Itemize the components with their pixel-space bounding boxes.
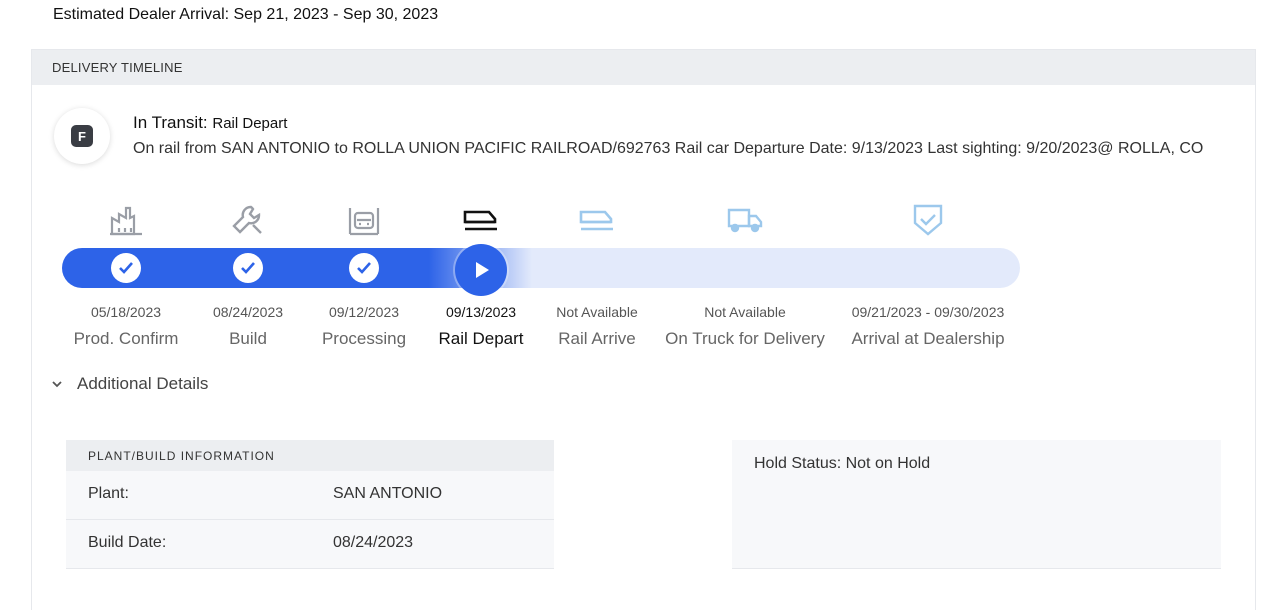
- step-date: Not Available: [704, 304, 786, 320]
- shield-check-icon: [908, 200, 948, 240]
- vehicle-processing-icon: [344, 200, 384, 240]
- hold-status-panel: Hold Status: Not on Hold: [732, 440, 1221, 569]
- factory-icon: [106, 200, 146, 240]
- step-date: 09/21/2023 - 09/30/2023: [851, 304, 1005, 320]
- step-date: 08/24/2023: [212, 304, 284, 320]
- status-title: In Transit: Rail Depart: [133, 113, 287, 133]
- status-description: On rail from SAN ANTONIO to ROLLA UNION …: [133, 140, 1204, 157]
- step-label: On Truck for Delivery: [665, 329, 825, 348]
- chevron-down-icon: [49, 380, 65, 388]
- status-sub: Rail Depart: [212, 115, 288, 132]
- step-label: Arrival at Dealership: [851, 329, 1005, 348]
- step-label-current: Rail Depart: [438, 329, 524, 348]
- card-header: DELIVERY TIMELINE: [32, 50, 1255, 85]
- step-icons: [32, 200, 1255, 240]
- delivery-timeline-card: DELIVERY TIMELINE F In Transit: Rail Dep…: [31, 49, 1256, 610]
- step-date: Not Available: [556, 304, 638, 320]
- train-icon: [577, 200, 617, 240]
- step-complete-check: [111, 253, 141, 283]
- info-key: Plant:: [88, 485, 129, 502]
- additional-details-label: Additional Details: [77, 374, 209, 393]
- step-label: Build: [229, 329, 267, 348]
- truck-icon: [725, 200, 765, 240]
- additional-details-toggle[interactable]: Additional Details: [49, 374, 208, 394]
- train-icon-active: [461, 200, 501, 240]
- step-date: 05/18/2023: [90, 304, 162, 320]
- info-row: Build Date: 08/24/2023: [66, 520, 554, 569]
- plant-build-info: PLANT/BUILD INFORMATION Plant: SAN ANTON…: [66, 440, 554, 569]
- plant-build-header: PLANT/BUILD INFORMATION: [66, 440, 554, 471]
- brand-badge-letter: F: [71, 125, 93, 147]
- step-label: Prod. Confirm: [73, 329, 179, 348]
- wrench-icon: [228, 200, 268, 240]
- step-label: Processing: [321, 329, 407, 348]
- step-date: 09/12/2023: [328, 304, 400, 320]
- step-complete-check: [349, 253, 379, 283]
- info-value: 08/24/2023: [333, 534, 414, 551]
- current-step-play-icon: [455, 244, 507, 296]
- progress-track: [62, 248, 1020, 288]
- status-label: In Transit:: [133, 113, 208, 132]
- brand-badge: F: [54, 108, 110, 164]
- info-key: Build Date:: [88, 534, 167, 551]
- hold-status: Hold Status: Not on Hold: [754, 455, 931, 472]
- info-row: Plant: SAN ANTONIO: [66, 471, 554, 520]
- step-label: Rail Arrive: [558, 329, 636, 348]
- info-value: SAN ANTONIO: [333, 485, 443, 502]
- step-complete-check: [233, 253, 263, 283]
- step-date-current: 09/13/2023: [445, 304, 517, 320]
- estimated-arrival: Estimated Dealer Arrival: Sep 21, 2023 -…: [53, 6, 439, 23]
